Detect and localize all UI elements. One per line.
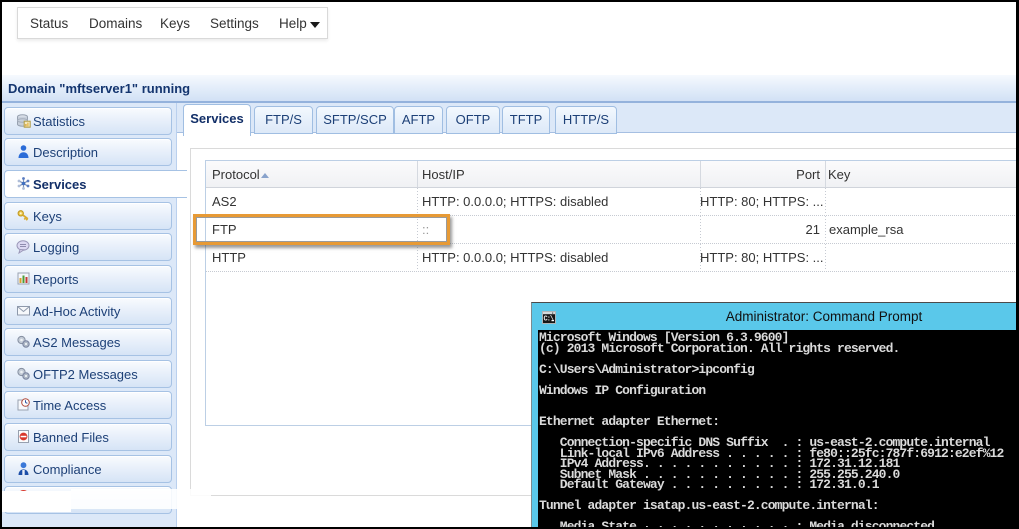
svg-text:C:\: C:\ bbox=[544, 316, 554, 324]
